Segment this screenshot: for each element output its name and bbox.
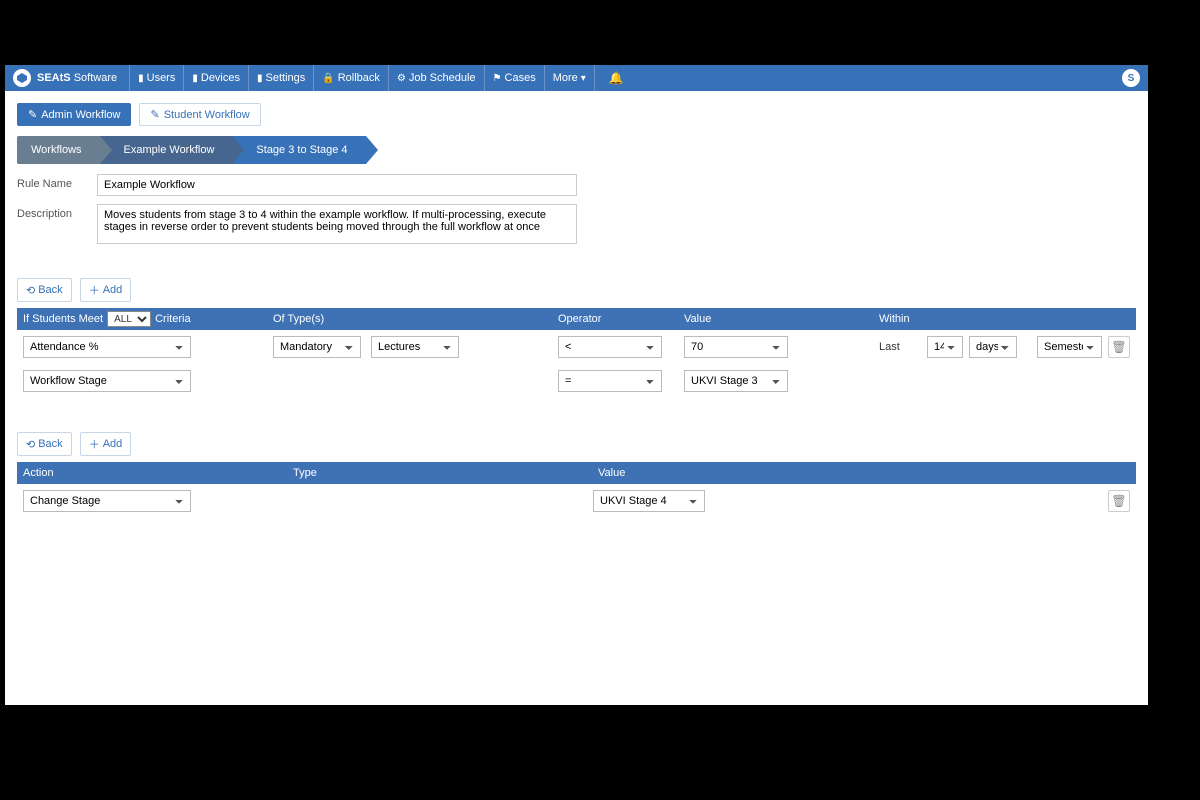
actions-add-button[interactable]: ＋Add bbox=[80, 432, 132, 456]
criteria-type1-select[interactable]: Mandatory bbox=[273, 336, 361, 358]
criteria-back-button[interactable]: ⟲Back bbox=[17, 278, 72, 302]
crumb-example-workflow[interactable]: Example Workflow bbox=[100, 136, 233, 164]
rule-name-label: Rule Name bbox=[17, 174, 97, 190]
criteria-row: Attendance % Mandatory Lectures < 70 Las… bbox=[17, 330, 1136, 364]
nav-settings[interactable]: ▮Settings bbox=[248, 65, 313, 91]
within-unit-select[interactable]: days bbox=[969, 336, 1017, 358]
criteria-value-select[interactable]: 70 bbox=[684, 336, 788, 358]
criteria-delete-button[interactable]: 🗑 bbox=[1108, 336, 1130, 358]
action-value-select[interactable]: UKVI Stage 4 bbox=[593, 490, 705, 512]
caret-down-icon: ▾ bbox=[581, 73, 586, 84]
nav-users[interactable]: ▮Users bbox=[129, 65, 183, 91]
trash-icon: 🗑 bbox=[1111, 494, 1126, 508]
nav-job-schedule[interactable]: ⚙Job Schedule bbox=[388, 65, 484, 91]
description-input[interactable]: Moves students from stage 3 to 4 within … bbox=[97, 204, 577, 244]
settings-icon: ▮ bbox=[257, 73, 263, 84]
nav-rollback[interactable]: 🔒Rollback bbox=[313, 65, 388, 91]
hdr-type: Of Type(s) bbox=[267, 313, 552, 325]
hdr-operator: Operator bbox=[552, 313, 678, 325]
actions-back-button[interactable]: ⟲Back bbox=[17, 432, 72, 456]
back-icon: ⟲ bbox=[26, 438, 35, 451]
criteria-all-select[interactable]: ALL bbox=[107, 311, 151, 327]
lock-icon: 🔒 bbox=[322, 73, 334, 84]
crumb-workflows[interactable]: Workflows bbox=[17, 136, 100, 164]
rule-name-input[interactable] bbox=[97, 174, 577, 196]
within-range-select[interactable]: Semester bbox=[1037, 336, 1102, 358]
criteria-row: Workflow Stage = UKVI Stage 3 bbox=[17, 364, 1136, 398]
nav-items: ▮Users ▮Devices ▮Settings 🔒Rollback ⚙Job… bbox=[129, 65, 638, 91]
hdr-action: Action bbox=[17, 467, 287, 479]
crumb-stage[interactable]: Stage 3 to Stage 4 bbox=[232, 136, 365, 164]
workflow-tabs: ✎Admin Workflow ✎Student Workflow bbox=[17, 103, 1136, 126]
hdr-action-type: Type bbox=[287, 467, 592, 479]
description-label: Description bbox=[17, 204, 97, 220]
brand-text: SEAtS Software bbox=[37, 72, 117, 84]
edit-icon: ✎ bbox=[28, 108, 37, 121]
within-last-label: Last bbox=[879, 341, 900, 353]
tab-student-workflow[interactable]: ✎Student Workflow bbox=[139, 103, 260, 126]
criteria-add-button[interactable]: ＋Add bbox=[80, 278, 132, 302]
brand-logo[interactable]: SEAtS Software bbox=[13, 69, 129, 87]
top-navbar: SEAtS Software ▮Users ▮Devices ▮Settings… bbox=[5, 65, 1148, 91]
criteria-operator-select[interactable]: < bbox=[558, 336, 662, 358]
nav-cases[interactable]: ⚑Cases bbox=[484, 65, 544, 91]
edit-icon: ✎ bbox=[150, 108, 159, 121]
criteria-field-select[interactable]: Attendance % bbox=[23, 336, 191, 358]
criteria-type2-select[interactable]: Lectures bbox=[371, 336, 459, 358]
within-number-select[interactable]: 14 bbox=[927, 336, 963, 358]
bell-icon: 🔔 bbox=[603, 71, 630, 85]
trash-icon: 🗑 bbox=[1111, 340, 1126, 354]
back-icon: ⟲ bbox=[26, 284, 35, 297]
criteria-operator-select[interactable]: = bbox=[558, 370, 662, 392]
hdr-within: Within bbox=[873, 313, 1106, 325]
hdr-action-value: Value bbox=[592, 467, 1106, 479]
actions-header: Action Type Value bbox=[17, 462, 1136, 484]
nav-devices[interactable]: ▮Devices bbox=[183, 65, 248, 91]
action-row: Change Stage UKVI Stage 4 🗑 bbox=[17, 484, 1136, 518]
breadcrumb: Workflows Example Workflow Stage 3 to St… bbox=[17, 136, 1136, 164]
nav-notifications[interactable]: 🔔 bbox=[594, 65, 638, 91]
devices-icon: ▮ bbox=[192, 73, 198, 84]
action-delete-button[interactable]: 🗑 bbox=[1108, 490, 1130, 512]
flag-icon: ⚑ bbox=[493, 73, 502, 84]
nav-more[interactable]: More▾ bbox=[544, 65, 594, 91]
hdr-meet: If Students Meet bbox=[23, 313, 103, 325]
gears-icon: ⚙ bbox=[397, 73, 406, 84]
hdr-value: Value bbox=[678, 313, 873, 325]
action-select[interactable]: Change Stage bbox=[23, 490, 191, 512]
user-avatar[interactable]: S bbox=[1122, 69, 1140, 87]
criteria-value-select[interactable]: UKVI Stage 3 bbox=[684, 370, 788, 392]
plus-icon: ＋ bbox=[89, 436, 100, 452]
tab-admin-workflow[interactable]: ✎Admin Workflow bbox=[17, 103, 131, 126]
users-icon: ▮ bbox=[138, 73, 144, 84]
logo-icon bbox=[13, 69, 31, 87]
plus-icon: ＋ bbox=[89, 282, 100, 298]
criteria-field-select[interactable]: Workflow Stage bbox=[23, 370, 191, 392]
hdr-criteria: Criteria bbox=[155, 313, 190, 325]
criteria-header: If Students Meet ALL Criteria Of Type(s)… bbox=[17, 308, 1136, 330]
